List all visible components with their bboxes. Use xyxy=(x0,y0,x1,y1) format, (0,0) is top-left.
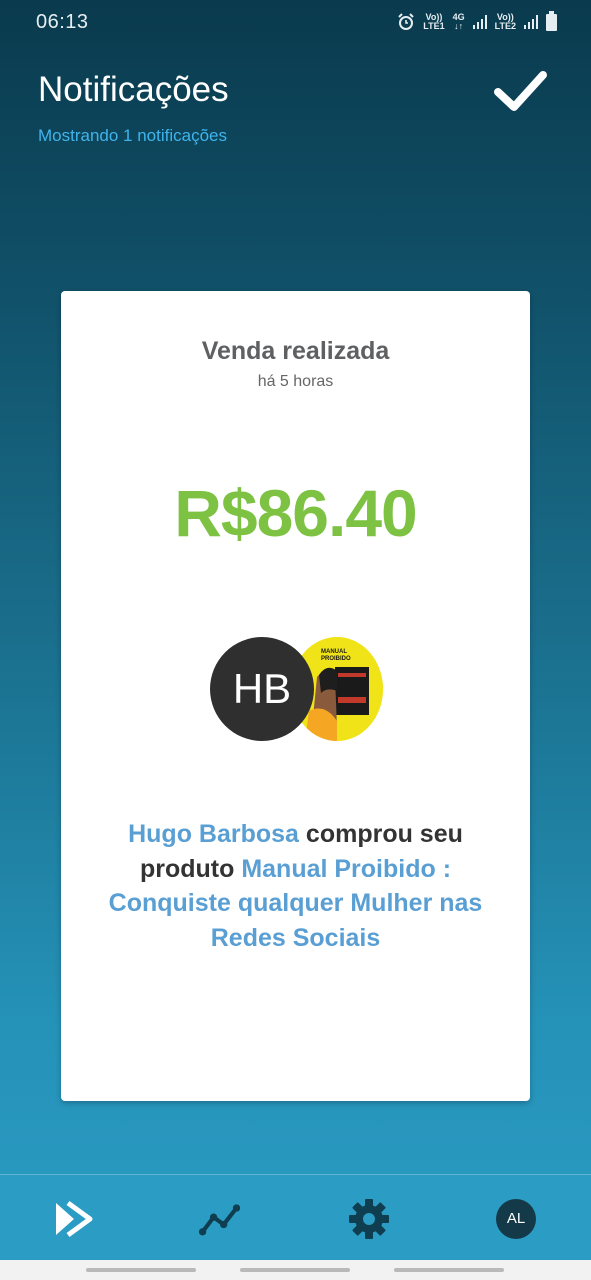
mark-read-button[interactable] xyxy=(490,66,550,116)
message-text-2: produto xyxy=(139,854,242,883)
nav-item-settings[interactable] xyxy=(347,1197,391,1241)
notification-time: há 5 horas xyxy=(257,373,334,390)
home-handle[interactable] xyxy=(240,1268,350,1272)
notification-title: Venda realizada xyxy=(201,337,390,365)
check-icon xyxy=(494,71,547,111)
status-icons: Vo)) LTE1 4G ↓↑ Vo)) LTE2 xyxy=(397,10,557,31)
bottom-nav: AL xyxy=(0,1174,591,1260)
product-image-caption: MANUAL PROIBIDO xyxy=(321,649,351,662)
back-handle[interactable] xyxy=(394,1268,504,1272)
play-forward-icon xyxy=(56,1200,93,1238)
nav-item-home[interactable] xyxy=(52,1197,96,1241)
nav-item-profile[interactable]: AL xyxy=(494,1197,538,1241)
nav-item-stats[interactable] xyxy=(198,1197,242,1241)
notification-message: Hugo Barbosa comprou seu produto Manual P… xyxy=(91,817,500,955)
signal-icon-sim1 xyxy=(472,15,487,29)
profile-avatar: AL xyxy=(496,1199,536,1239)
notification-card[interactable]: Venda realizada há 5 horas R$86.40 MANUA… xyxy=(61,291,530,1101)
alarm-icon xyxy=(398,13,415,30)
chart-line-icon xyxy=(198,1204,241,1236)
sim2-volte-label: Vo)) LTE2 xyxy=(494,12,516,31)
battery-icon xyxy=(546,10,557,31)
signal-icon-sim2 xyxy=(524,15,538,29)
buyer-name-link[interactable]: Hugo Barbosa xyxy=(128,820,299,848)
page-title: Notificações xyxy=(38,70,229,109)
buyer-avatar: HB xyxy=(210,637,314,741)
notification-count: Mostrando 1 notificações xyxy=(38,126,227,145)
gear-icon xyxy=(349,1199,389,1239)
recent-apps-handle[interactable] xyxy=(86,1268,196,1272)
sim1-volte-label: Vo)) LTE1 xyxy=(423,12,445,31)
data-type-label: 4G ↓↑ xyxy=(452,12,465,31)
system-navigation-bar xyxy=(0,1260,591,1280)
status-time: 06:13 xyxy=(36,10,89,33)
status-bar: 06:13 Vo)) LTE1 4G ↓↑ Vo)) LTE2 xyxy=(0,0,591,44)
message-text-1: comprou seu xyxy=(298,820,463,848)
sale-amount: R$86.40 xyxy=(174,476,418,550)
